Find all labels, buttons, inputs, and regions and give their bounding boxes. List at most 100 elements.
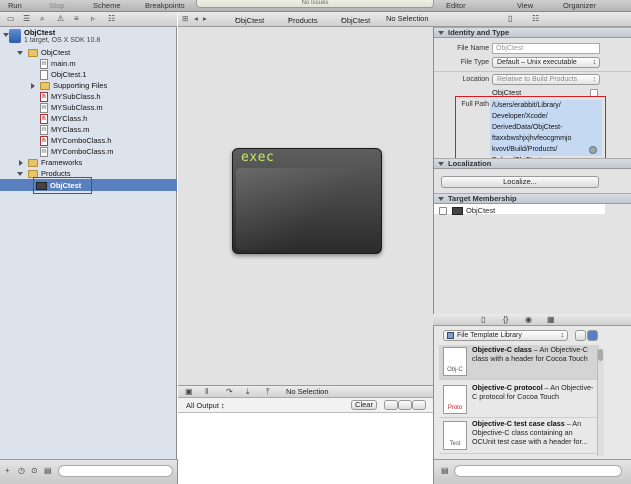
back-icon[interactable]: ◂ <box>194 14 198 23</box>
file-mysubclass-m[interactable]: m MYSubClass.m <box>40 102 103 114</box>
quick-help-icon[interactable]: ☷ <box>532 14 539 23</box>
file-main-m[interactable]: m main.m <box>40 58 76 70</box>
highlight-box <box>455 96 606 159</box>
file-objctest-1[interactable]: ObjCtest.1 <box>40 69 86 81</box>
group-supporting-files[interactable]: Supporting Files <box>40 80 107 91</box>
debug-navigator-icon[interactable]: ≡ <box>74 14 79 23</box>
folder-icon <box>28 49 38 58</box>
file-type-popup[interactable]: Default – Unix executable ↕ <box>492 57 600 68</box>
related-items-icon[interactable]: ⊞ <box>182 14 188 23</box>
breadcrumb-project[interactable]: ObjCtest › <box>235 14 264 25</box>
breakpoints-button[interactable]: Breakpoints <box>145 1 185 10</box>
icon-view-button[interactable] <box>575 330 586 341</box>
library-scrollbar[interactable] <box>597 348 604 456</box>
library-item[interactable]: Proto Objective-C protocol – An Objectiv… <box>439 383 599 418</box>
stop-button[interactable]: Stop <box>49 1 64 10</box>
localize-button[interactable]: Localize... <box>441 176 599 188</box>
group-frameworks[interactable]: Frameworks <box>28 157 82 168</box>
split-view-button[interactable] <box>398 400 412 410</box>
library-item-text: Objective-C class – An Objective-C class… <box>472 345 588 363</box>
view-control[interactable]: View <box>517 1 533 10</box>
library-filter-input[interactable] <box>454 465 622 477</box>
disclosure-triangle-icon[interactable] <box>31 83 35 89</box>
file-type-label: File Type <box>460 59 489 66</box>
disclosure-triangle-icon[interactable] <box>438 197 444 201</box>
library-item[interactable]: Obj-C Objective-C class – An Objective-C… <box>439 345 599 380</box>
filter-icon[interactable]: ▤ <box>441 466 449 475</box>
pause-icon[interactable]: ǁ <box>205 387 208 396</box>
file-myclass-m[interactable]: m MYClass.m <box>40 124 89 136</box>
navigator-tabs: ▭ ☰ ⌕ ⚠ ≡ ▹ ☷ <box>0 12 177 27</box>
location-popup[interactable]: Relative to Build Products ↕ <box>492 74 600 85</box>
navigator-filter-bar: + ◷ ⊙ ▤ <box>0 459 178 484</box>
updown-arrows-icon: ↕ <box>592 59 597 66</box>
step-into-icon[interactable]: ⤓ <box>246 387 250 397</box>
project-subtitle: 1 target, OS X SDK 10.8 <box>24 37 101 44</box>
variables-view-button[interactable] <box>384 400 398 410</box>
recent-files-icon[interactable]: ◷ <box>18 466 25 475</box>
console-output[interactable] <box>178 413 433 484</box>
file-mysubclass-h[interactable]: h MYSubClass.h <box>40 91 101 103</box>
file-template-library-icon[interactable]: ▯ <box>481 315 485 324</box>
object-library-icon[interactable]: ◉ <box>525 315 532 324</box>
updown-arrows-icon: ↕ <box>592 76 597 83</box>
disclosure-triangle-icon[interactable] <box>438 31 444 35</box>
header-file-icon: h <box>40 92 48 103</box>
search-navigator-icon[interactable]: ⌕ <box>40 14 44 24</box>
console-view-button[interactable] <box>412 400 426 410</box>
run-button[interactable]: Run <box>8 1 22 10</box>
filter-input[interactable] <box>58 465 173 477</box>
output-filter-popup[interactable]: All Output ↕ <box>186 401 225 410</box>
file-mycomboclass-h[interactable]: h MYComboClass.h <box>40 135 111 147</box>
forward-icon[interactable]: ▸ <box>203 14 207 23</box>
highlight-box <box>33 177 92 194</box>
list-view-button[interactable] <box>587 330 598 341</box>
inspector-tabs: ▯ ☷ <box>433 12 631 27</box>
disclosure-triangle-icon[interactable] <box>438 162 444 166</box>
executable-icon <box>452 207 463 215</box>
library-item[interactable]: Test Objective-C test case class – An Ob… <box>439 419 599 454</box>
library-item-text: Objective-C protocol – An Objective-C pr… <box>472 383 594 401</box>
localization-section-header[interactable]: Localization <box>434 158 631 169</box>
folder-icon <box>28 159 38 168</box>
disclosure-triangle-icon[interactable] <box>17 172 23 176</box>
step-out-icon[interactable]: ⤒ <box>266 387 270 397</box>
library-selector[interactable]: File Template Library ↕ <box>443 330 568 341</box>
clock-icon[interactable]: ⊙ <box>31 466 38 475</box>
breadcrumb-products[interactable]: Products › <box>288 14 318 25</box>
log-navigator-icon[interactable]: ☷ <box>108 14 115 23</box>
identity-section-header[interactable]: Identity and Type <box>434 27 631 38</box>
filter-icon[interactable]: ▤ <box>44 466 52 475</box>
breadcrumb-file[interactable]: ObjCtest › <box>341 14 370 25</box>
disclosure-triangle-icon[interactable] <box>17 51 23 55</box>
target-name: ObjCtest <box>466 206 496 215</box>
library-tabs: ▯ {} ◉ ▦ <box>433 314 631 326</box>
breadcrumb-selection[interactable]: No Selection <box>386 14 429 23</box>
file-myclass-h[interactable]: h MYClass.h <box>40 113 87 125</box>
add-icon[interactable]: + <box>5 466 10 475</box>
organizer-button[interactable]: Organizer <box>563 1 596 10</box>
updown-arrows-icon: ↕ <box>560 332 565 339</box>
breakpoint-navigator-icon[interactable]: ▹ <box>91 14 95 23</box>
header-file-icon: h <box>40 114 48 125</box>
file-mycomboclass-m[interactable]: m MYComboClass.m <box>40 146 114 158</box>
step-over-icon[interactable]: ↷ <box>226 387 233 396</box>
library-scroll-thumb[interactable] <box>598 349 603 361</box>
issue-navigator-icon[interactable]: ⚠ <box>57 14 64 23</box>
jump-bar: ⊞ ◂ ▸ ObjCtest › Products › ObjCtest › N… <box>178 12 433 27</box>
target-membership-section-header[interactable]: Target Membership <box>434 193 631 204</box>
folder-icon[interactable]: ▭ <box>7 14 15 23</box>
group-objctest[interactable]: ObjCtest <box>28 47 70 58</box>
hide-debug-area-icon[interactable]: ▣ <box>185 387 193 396</box>
symbol-navigator-icon[interactable]: ☰ <box>23 14 30 23</box>
target-checkbox[interactable] <box>439 207 447 215</box>
file-inspector-icon[interactable]: ▯ <box>508 14 512 23</box>
code-snippet-library-icon[interactable]: {} <box>503 315 508 324</box>
media-library-icon[interactable]: ▦ <box>547 315 555 324</box>
disclosure-triangle-icon[interactable] <box>19 160 23 166</box>
m-file-icon: m <box>40 103 48 114</box>
scheme-menu[interactable]: Scheme <box>93 1 121 10</box>
file-name-field[interactable]: ObjCtest <box>492 43 600 54</box>
clear-button[interactable]: Clear <box>351 400 377 410</box>
editor-mode-control[interactable]: Editor <box>446 1 466 10</box>
